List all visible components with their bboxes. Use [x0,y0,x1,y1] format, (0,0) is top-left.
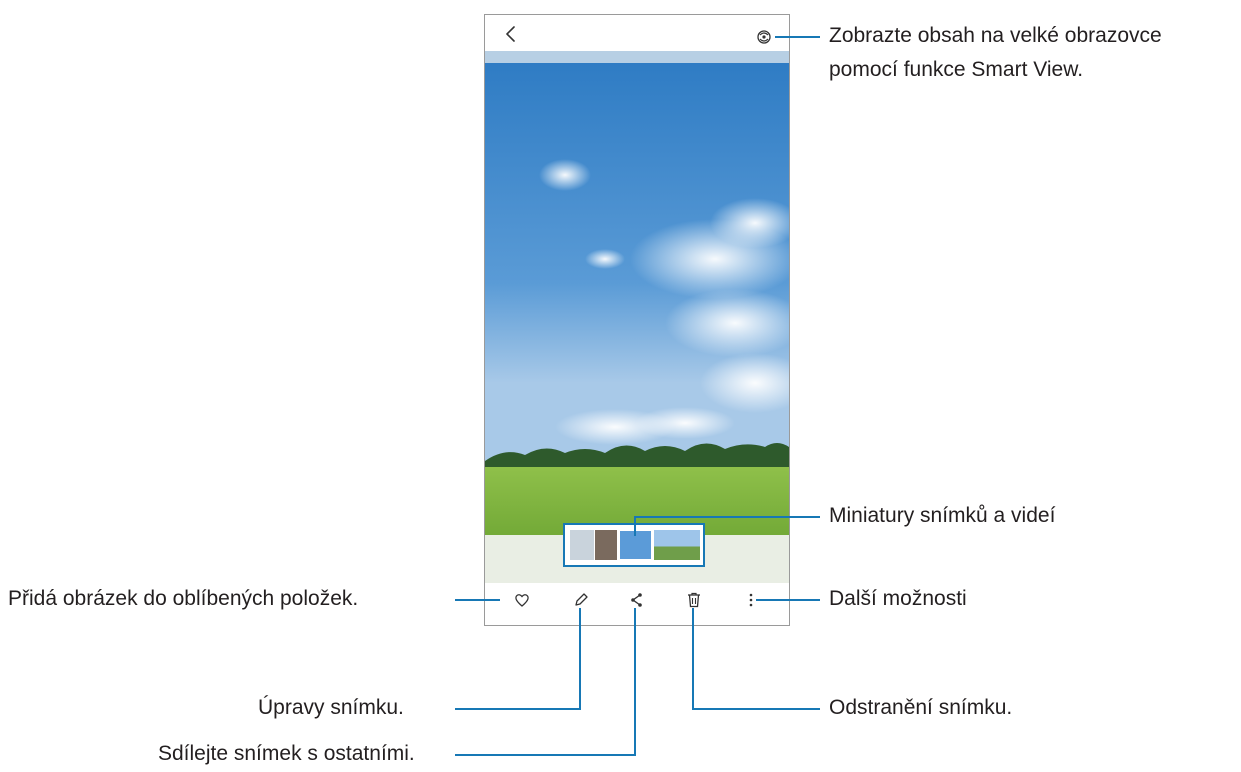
heart-icon[interactable] [513,591,531,609]
photo-viewer[interactable] [485,63,789,583]
callout-line-share-v [634,608,636,756]
thumbnail-1[interactable] [570,530,594,560]
callout-line-delete-v [692,608,694,710]
callout-line-favorite [455,599,500,601]
pencil-icon[interactable] [572,591,590,609]
callout-line-more [756,599,820,601]
trash-icon[interactable] [685,591,703,609]
callout-line-thumbnails-v [634,516,636,536]
callout-line-thumbnails-h [634,516,820,518]
top-bar [485,15,789,51]
callout-line-share-h [455,754,636,756]
callout-smart-view-line1: Zobrazte obsah na velké obrazovce [829,24,1162,47]
callout-line-edit-h [455,708,581,710]
callout-line-edit-v [579,608,581,710]
callout-thumbnails: Miniatury snímků a videí [829,504,1056,527]
callout-more-options: Další možnosti [829,587,967,610]
callout-share: Sdílejte snímek s ostatními. [158,742,415,765]
callout-edit: Úpravy snímku. [258,696,404,719]
callout-delete: Odstranění snímku. [829,696,1013,719]
smart-view-icon[interactable] [756,29,772,45]
bottom-toolbar [485,583,789,625]
thumbnail-4[interactable] [654,530,700,560]
callout-favorite: Přidá obrázek do oblíbených položek. [8,587,359,610]
callout-smart-view-line2: pomocí funkce Smart View. [829,58,1084,81]
callout-line-smart-view [775,36,820,38]
thumbnail-2[interactable] [595,530,617,560]
photo-top-strip [485,51,789,63]
chevron-left-icon[interactable] [503,25,519,43]
share-icon[interactable] [628,591,646,609]
callout-line-delete-h [692,708,820,710]
phone-screen [484,14,790,626]
